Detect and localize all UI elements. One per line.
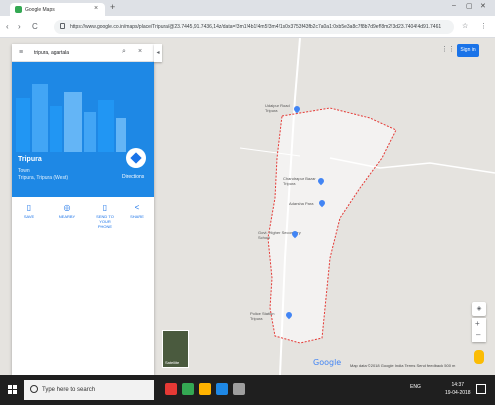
bookmark-star-icon[interactable]: ☆ <box>462 22 468 30</box>
place-title: Tripura <box>18 156 42 163</box>
taskbar-app-icon[interactable] <box>216 383 228 395</box>
share-icon: < <box>134 203 140 212</box>
clock-date: 19-04-2018 <box>445 390 471 396</box>
zoom-in-button[interactable]: + <box>475 319 480 328</box>
windows-start-icon[interactable] <box>8 385 18 395</box>
action-row: ▯ SAVE ◎ NEARBY ▯ SEND TO YOUR PHONE < S… <box>12 197 154 237</box>
browser-tab[interactable]: Google Maps × <box>10 3 105 16</box>
collapse-panel-button[interactable]: ◂ <box>154 44 162 62</box>
nearby-icon: ◎ <box>63 203 71 212</box>
new-tab-icon[interactable]: + <box>110 2 115 12</box>
browser-tabbar: Google Maps × + – ▢ ✕ <box>0 0 495 16</box>
maximize-icon[interactable]: ▢ <box>466 2 473 10</box>
search-icon[interactable]: ⌕ <box>122 48 126 56</box>
tab-title: Google Maps <box>25 7 55 13</box>
back-icon[interactable]: ‹ <box>6 22 9 31</box>
poi-label[interactable]: Adarsha Para <box>289 201 313 206</box>
search-box[interactable]: ≡ tripura, agartala ⌕ × <box>12 44 154 62</box>
taskbar-clock[interactable]: 14:37 19-04-2018 <box>445 381 471 397</box>
taskbar-app-icon[interactable] <box>165 383 177 395</box>
taskbar-search[interactable]: Type here to search <box>24 380 154 400</box>
place-panel: ≡ tripura, agartala ⌕ × Tripura Town Tri… <box>12 44 154 375</box>
taskbar-app-icon[interactable] <box>182 383 194 395</box>
send-to-phone-button[interactable]: ▯ SEND TO YOUR PHONE <box>92 203 118 229</box>
clear-search-icon[interactable]: × <box>138 48 142 55</box>
taskbar-app-icon[interactable] <box>199 383 211 395</box>
taskbar-app-icon[interactable] <box>233 383 245 395</box>
address-toolbar: ‹ › C https://www.google.co.in/maps/plac… <box>0 16 495 38</box>
apps-grid-icon[interactable]: ⋮⋮ <box>441 45 455 53</box>
search-input[interactable]: tripura, agartala <box>34 50 69 56</box>
place-type: Town <box>18 168 30 174</box>
directions-button[interactable] <box>126 148 146 168</box>
place-hero: Tripura Town Tripura, Tripura (West) Dir… <box>12 62 154 197</box>
lock-icon <box>60 23 65 29</box>
poi-label[interactable]: Chandrapur Bazar Tripura <box>283 176 316 186</box>
directions-icon <box>130 152 142 164</box>
bookmark-icon: ▯ <box>26 203 32 212</box>
place-subtitle: Tripura, Tripura (West) <box>18 175 69 181</box>
window-close-icon[interactable]: ✕ <box>480 2 486 10</box>
share-button[interactable]: < SHARE <box>124 203 150 219</box>
hamburger-menu-icon[interactable]: ≡ <box>19 49 23 56</box>
street-view-pegman-icon[interactable] <box>474 350 484 364</box>
satellite-toggle[interactable]: Satellite <box>162 330 189 368</box>
language-indicator[interactable]: ENG <box>410 384 421 390</box>
reload-icon[interactable]: C <box>32 22 38 31</box>
nearby-button[interactable]: ◎ NEARBY <box>54 203 80 219</box>
url-text[interactable]: https://www.google.co.in/maps/place/Trip… <box>70 24 450 30</box>
maps-favicon-icon <box>15 6 22 13</box>
taskbar-search-placeholder: Type here to search <box>42 387 96 393</box>
notification-icon[interactable] <box>476 384 486 394</box>
cortana-icon <box>30 385 38 393</box>
compass-icon[interactable]: ◈ <box>472 302 486 316</box>
poi-label[interactable]: Udaipur Road Tripura <box>265 103 290 113</box>
directions-label: Directions <box>122 174 145 180</box>
google-logo: Google <box>313 358 342 367</box>
satellite-label: Satellite <box>165 360 180 365</box>
map-footer[interactable]: Map data ©2018 Google India Terms Send f… <box>350 363 455 368</box>
minimize-icon[interactable]: – <box>452 2 456 9</box>
poi-label[interactable]: Police Station Tripura <box>250 311 274 321</box>
phone-icon: ▯ <box>102 203 108 212</box>
zoom-out-button[interactable]: – <box>476 330 480 339</box>
browser-menu-icon[interactable]: ⋮ <box>480 22 487 30</box>
sign-in-button[interactable]: Sign in <box>457 44 479 57</box>
tab-close-icon[interactable]: × <box>94 5 98 12</box>
url-bar[interactable]: https://www.google.co.in/maps/place/Trip… <box>54 20 454 34</box>
clock-time: 14:37 <box>451 382 465 388</box>
forward-icon[interactable]: › <box>18 22 21 31</box>
town-boundary <box>267 107 397 344</box>
save-button[interactable]: ▯ SAVE <box>16 203 42 219</box>
zoom-control: + – <box>472 318 486 342</box>
taskbar: Type here to search ENG 14:37 19-04-2018 <box>0 375 495 405</box>
